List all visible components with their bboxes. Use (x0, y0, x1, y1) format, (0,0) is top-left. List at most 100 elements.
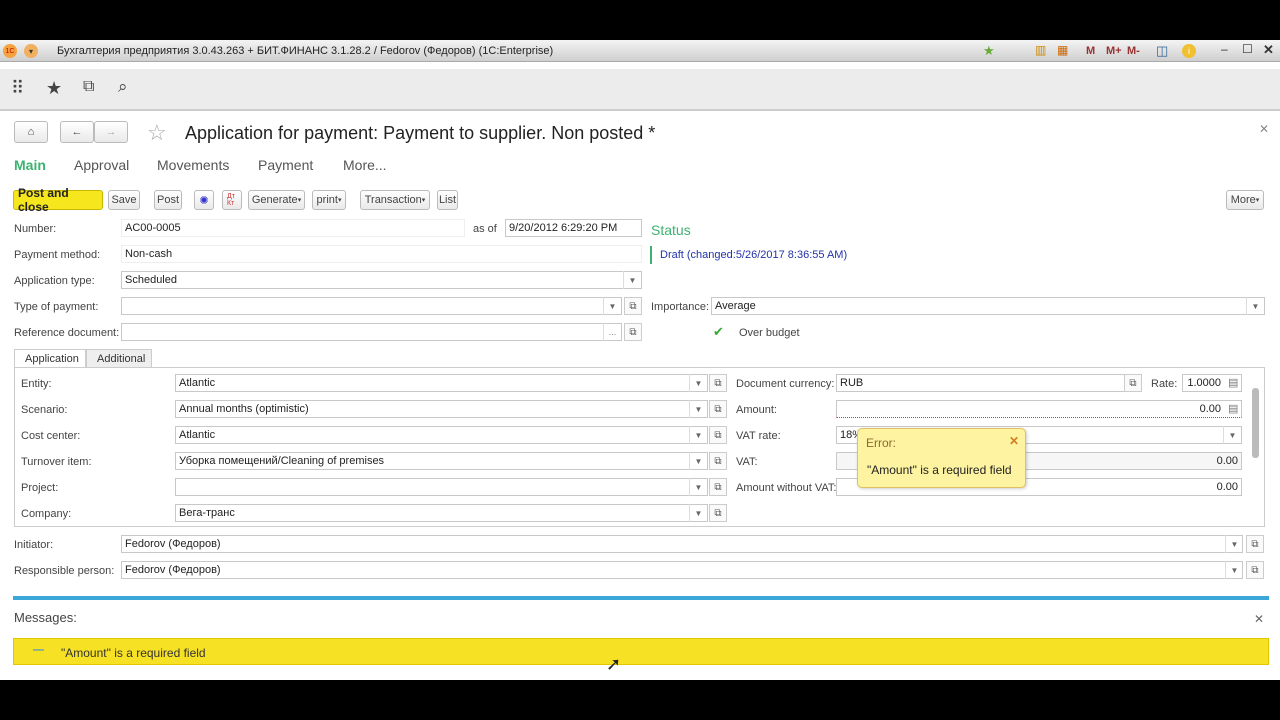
maximize-button[interactable]: ☐ (1242, 42, 1253, 56)
close-form-button[interactable]: ✕ (1259, 122, 1269, 136)
open-icon[interactable]: ⧉ (709, 374, 727, 392)
number-field[interactable]: AC00-0005 (121, 219, 465, 237)
open-icon[interactable]: ⧉ (709, 452, 727, 470)
error-text: "Amount" is a required field (867, 463, 1012, 477)
home-button[interactable]: ⌂ (14, 121, 48, 143)
application-type-field[interactable]: Scheduled (121, 271, 642, 289)
error-title: Error: (866, 436, 896, 450)
list-button[interactable]: List (437, 190, 458, 210)
favorite-star-icon[interactable]: ☆ (147, 120, 167, 146)
entity-field[interactable]: Atlantic (175, 374, 708, 392)
over-budget-checkbox[interactable]: ✔ (713, 324, 724, 340)
history-icon[interactable]: ⧉ (83, 78, 94, 96)
close-messages-button[interactable]: ✕ (1254, 612, 1264, 626)
status-value[interactable]: Draft (changed:5/26/2017 8:36:55 AM) (660, 249, 847, 261)
minimize-button[interactable]: – (1221, 42, 1228, 56)
importance-field[interactable]: Average (711, 297, 1265, 315)
menu-icon[interactable]: ▾ (24, 44, 38, 58)
favorites-icon[interactable]: ★ (983, 43, 995, 59)
project-label: Project: (21, 482, 59, 494)
open-icon[interactable]: ⧉ (709, 504, 727, 522)
chevron-down-icon[interactable]: ▼ (689, 478, 707, 496)
tab-more[interactable]: More... (343, 157, 387, 173)
project-field[interactable] (175, 478, 708, 496)
open-icon[interactable]: ⧉ (709, 426, 727, 444)
calculator-icon[interactable]: ▤ (1228, 376, 1238, 389)
open-icon[interactable]: ⧉ (1246, 561, 1264, 579)
open-icon[interactable]: ⧉ (709, 478, 727, 496)
error-tooltip: Error: ✕ "Amount" is a required field (857, 428, 1026, 488)
open-icon[interactable]: ⧉ (1246, 535, 1264, 553)
star-icon[interactable]: ★ (46, 78, 62, 99)
open-icon[interactable]: ⧉ (624, 323, 642, 341)
amount-field[interactable]: 0.00 (836, 400, 1242, 418)
chevron-down-icon[interactable]: ▼ (689, 452, 707, 470)
tab-payment[interactable]: Payment (258, 157, 313, 173)
open-icon[interactable]: ⧉ (1124, 374, 1142, 392)
tab-main[interactable]: Main (14, 157, 46, 173)
currency-field[interactable]: RUB (836, 374, 1142, 392)
chevron-down-icon[interactable]: ▼ (689, 504, 707, 522)
company-field[interactable]: Вега-транс (175, 504, 708, 522)
more-button[interactable]: More ▾ (1226, 190, 1264, 210)
open-icon[interactable]: ⧉ (709, 400, 727, 418)
scenario-label: Scenario: (21, 404, 68, 416)
turnover-item-field[interactable]: Уборка помещений/Cleaning of premises (175, 452, 708, 470)
print-button[interactable]: print ▾ (312, 190, 346, 210)
transaction-button[interactable]: Transaction ▾ (360, 190, 430, 210)
post-and-close-button[interactable]: Post and close (13, 186, 103, 214)
tab-movements[interactable]: Movements (157, 157, 229, 173)
chevron-down-icon[interactable]: ▼ (623, 271, 641, 289)
chevron-down-icon[interactable]: ▼ (1246, 297, 1264, 315)
scenario-field[interactable]: Annual months (optimistic) (175, 400, 708, 418)
save-button[interactable]: Save (108, 190, 140, 210)
memory-m-button[interactable]: M (1086, 45, 1095, 57)
reference-document-field[interactable] (121, 323, 622, 341)
lightbulb-icon[interactable]: ✺ (194, 190, 214, 210)
memory-minus-button[interactable]: M- (1127, 45, 1140, 57)
scrollbar[interactable] (1252, 388, 1259, 458)
subtab-additional[interactable]: Additional (86, 349, 152, 368)
open-icon[interactable]: ⧉ (624, 297, 642, 315)
type-of-payment-label: Type of payment: (14, 301, 99, 313)
message-item[interactable]: — "Amount" is a required field (13, 638, 1269, 665)
chevron-down-icon[interactable]: ▼ (1225, 535, 1243, 553)
chevron-down-icon[interactable]: ▼ (689, 374, 707, 392)
chevron-down-icon[interactable]: ▼ (689, 400, 707, 418)
ellipsis-icon[interactable]: … (603, 323, 621, 341)
calendar-icon[interactable]: ▦ (1057, 43, 1068, 57)
dt-kt-icon[interactable]: Дт Кт (222, 190, 242, 210)
amount-without-vat-label: Amount without VAT: (736, 482, 837, 494)
chevron-down-icon[interactable]: ▼ (1225, 561, 1243, 579)
apps-grid-icon[interactable]: ⠿ (11, 78, 24, 99)
responsible-person-field[interactable]: Fedorov (Федоров) (121, 561, 1243, 579)
generate-button[interactable]: Generate ▾ (248, 190, 305, 210)
forward-button[interactable]: → (94, 121, 128, 143)
memory-plus-button[interactable]: M+ (1106, 45, 1122, 57)
messages-title: Messages: (14, 610, 77, 625)
subtab-application[interactable]: Application (14, 349, 86, 368)
search-icon[interactable]: ⌕ (118, 77, 128, 97)
chevron-down-icon[interactable]: ▼ (689, 426, 707, 444)
post-button[interactable]: Post (154, 190, 182, 210)
type-of-payment-field[interactable] (121, 297, 622, 315)
more-label: More (1230, 194, 1256, 206)
initiator-field[interactable]: Fedorov (Федоров) (121, 535, 1243, 553)
close-window-button[interactable]: ✕ (1263, 42, 1274, 58)
messages-divider[interactable] (13, 596, 1269, 600)
payment-method-field[interactable]: Non-cash (121, 245, 642, 263)
status-heading: Status (651, 222, 691, 238)
tab-approval[interactable]: Approval (74, 157, 129, 173)
app-logo-icon: 1C (3, 44, 17, 58)
calculator-icon[interactable]: ▤ (1228, 402, 1238, 415)
cost-center-field[interactable]: Atlantic (175, 426, 708, 444)
calculator-icon[interactable]: ▥ (1035, 43, 1046, 57)
date-field[interactable]: 9/20/2012 6:29:20 PM (505, 219, 642, 237)
back-button[interactable]: ← (60, 121, 94, 143)
info-icon[interactable]: i (1182, 44, 1196, 58)
panels-icon[interactable]: ◫ (1156, 43, 1168, 59)
close-icon[interactable]: ✕ (1009, 434, 1019, 448)
vat-label: VAT: (736, 456, 758, 468)
chevron-down-icon[interactable]: ▼ (603, 297, 621, 315)
chevron-down-icon[interactable]: ▼ (1223, 426, 1241, 444)
